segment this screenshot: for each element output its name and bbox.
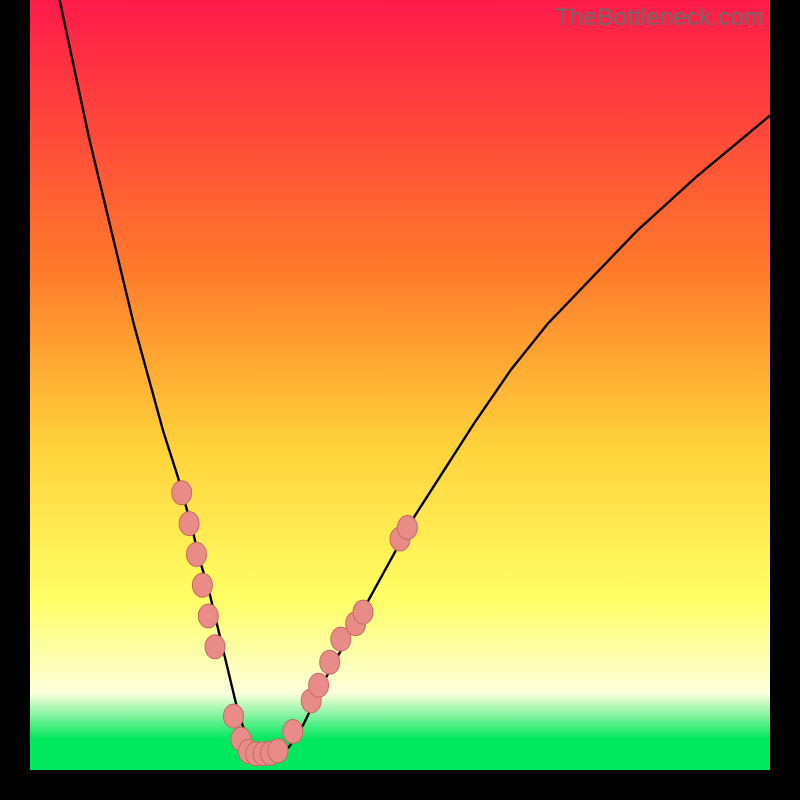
gradient-background xyxy=(30,0,770,770)
data-marker xyxy=(224,704,244,728)
chart-frame xyxy=(30,0,770,770)
data-marker xyxy=(192,573,212,597)
data-marker xyxy=(397,516,417,540)
data-marker xyxy=(187,542,207,566)
data-marker xyxy=(172,481,192,505)
data-marker xyxy=(283,720,303,744)
data-marker xyxy=(205,635,225,659)
data-marker xyxy=(309,673,329,697)
data-marker xyxy=(179,512,199,536)
data-marker xyxy=(198,604,218,628)
watermark-text: TheBottleneck.com xyxy=(555,4,764,32)
data-marker xyxy=(353,600,373,624)
bottleneck-chart xyxy=(30,0,770,770)
data-marker xyxy=(268,739,288,763)
data-marker xyxy=(320,650,340,674)
